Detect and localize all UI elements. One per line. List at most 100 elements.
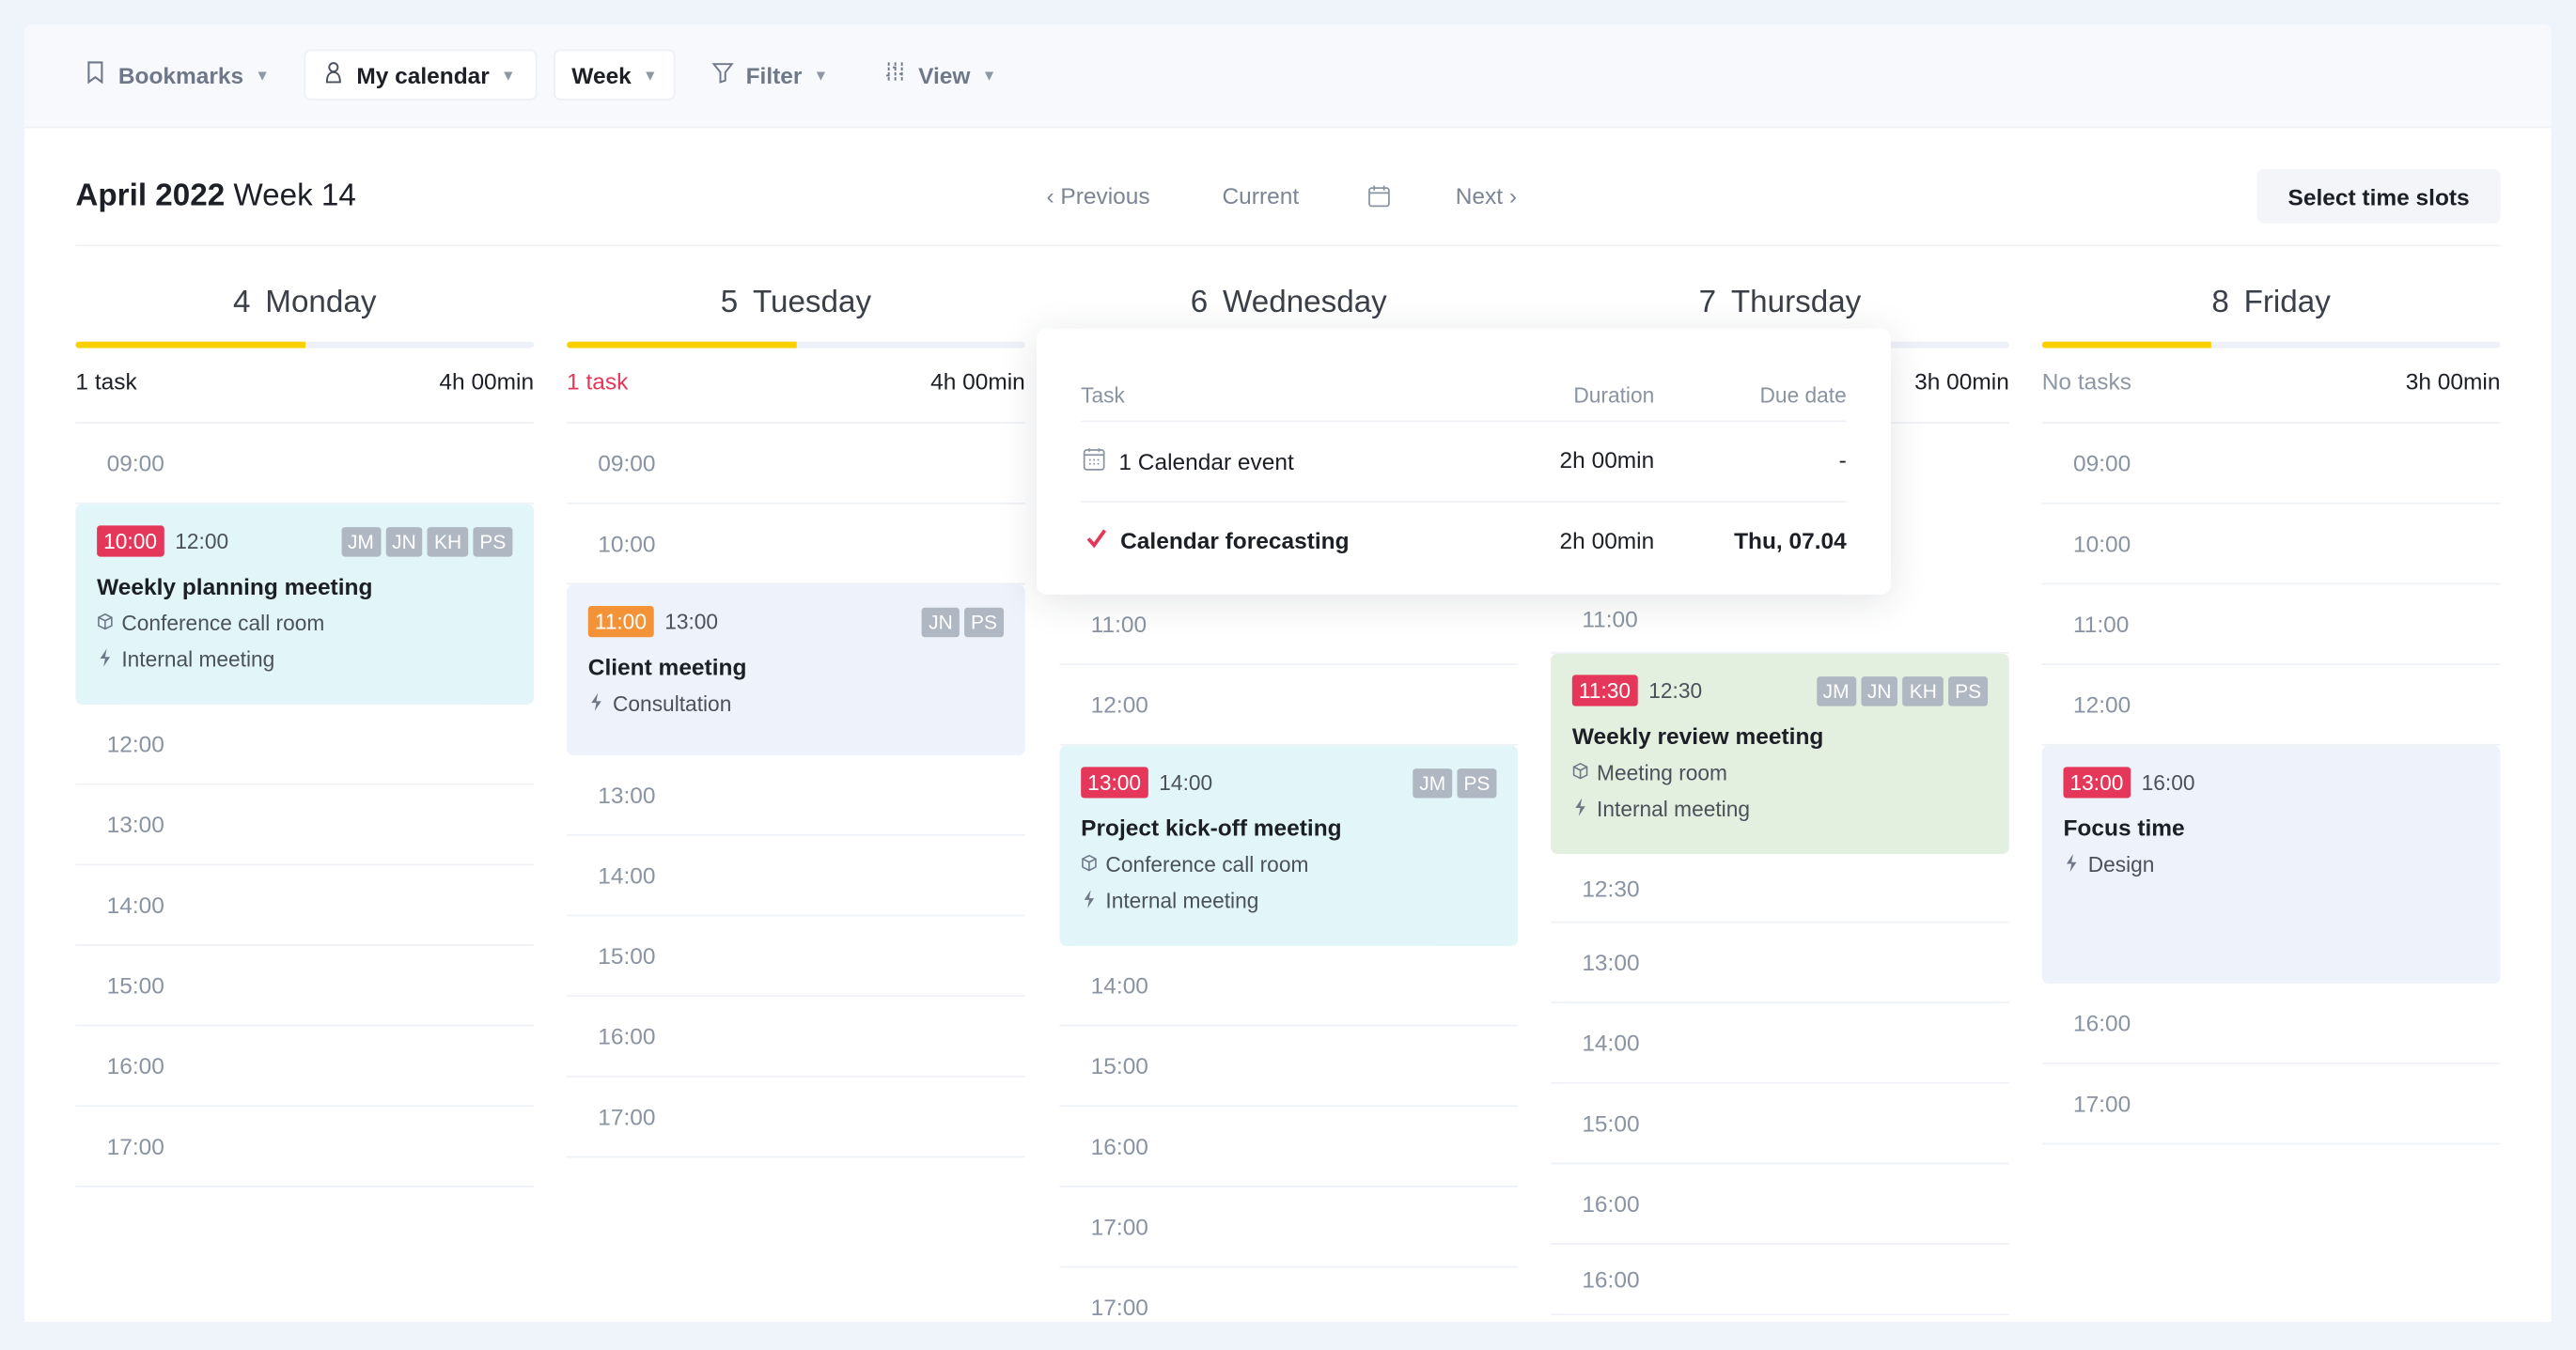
time-slot[interactable]: 14:00 [1551, 1003, 2009, 1084]
lightning-icon [1572, 797, 1588, 821]
time-slot[interactable]: 12:00 [2041, 665, 2501, 746]
time-slot[interactable]: 13:00 [75, 785, 535, 866]
event-category: Internal meeting [97, 647, 512, 672]
day-header[interactable]: 8 Friday [2042, 286, 2501, 321]
category-text: Internal meeting [1597, 796, 1751, 821]
column-task: Task [1081, 382, 1125, 408]
day-name: Tuesday [752, 286, 872, 320]
time-slot[interactable]: 09:00 [2041, 424, 2501, 504]
avatar[interactable]: JM [1413, 768, 1453, 798]
time-slot[interactable]: 16:00 [2041, 984, 2501, 1064]
avatar[interactable]: JM [1816, 675, 1856, 706]
avatar[interactable]: PS [964, 606, 1005, 637]
time-slot[interactable]: 16:00 [1551, 1164, 2009, 1245]
day-number: 5 [720, 286, 739, 320]
time-slot[interactable]: 16:00 [567, 997, 1025, 1078]
progress-fill [75, 341, 305, 349]
time-slot[interactable]: 13:00 [567, 755, 1025, 836]
event-location: Conference call room [1081, 852, 1496, 877]
time-slot[interactable]: 15:00 [567, 916, 1025, 998]
time-slot[interactable]: 14:00 [1059, 946, 1519, 1027]
progress-fill [2041, 341, 2212, 349]
task-count[interactable]: 1 task [75, 368, 136, 395]
avatar[interactable]: PS [1457, 768, 1497, 798]
avatar[interactable]: JN [922, 606, 960, 637]
event-card[interactable]: 13:00 16:00 Focus time Design [2041, 745, 2501, 985]
day-summary: 1 task 4h 00min [567, 368, 1025, 395]
time-slot[interactable]: 17:00 [75, 1107, 535, 1187]
lightning-icon [2063, 852, 2079, 877]
time-slot[interactable]: 09:00 [75, 424, 535, 504]
time-slots: 09:00 10:00 11:00 13:00 JN PS Client meeting Co… [567, 422, 1025, 1158]
time-slot[interactable]: 12:00 [1059, 665, 1519, 746]
progress-fill [567, 341, 796, 349]
time-slot[interactable]: 12:00 [75, 705, 535, 785]
day-header[interactable]: 5 Tuesday [567, 286, 1025, 321]
attendees: JM JN KH PS [1816, 675, 1989, 706]
time-slot[interactable]: 14:00 [567, 836, 1025, 917]
time-slot[interactable]: 14:00 [75, 865, 535, 946]
day-header[interactable]: 4 Monday [75, 286, 534, 321]
popup-row-task[interactable]: Calendar forecasting [1085, 527, 1350, 553]
time-slot[interactable]: 17:00 [2041, 1064, 2501, 1145]
event-time-row: 13:00 16:00 [2063, 767, 2478, 799]
event-category: Design [2063, 852, 2478, 877]
task-count[interactable]: No tasks [2042, 368, 2131, 395]
avatar[interactable]: KH [1902, 675, 1944, 706]
time-slot[interactable]: 15:00 [1059, 1027, 1519, 1108]
day-name: Monday [265, 286, 377, 320]
time-slot[interactable]: 11:00 [1059, 584, 1519, 665]
event-title: Focus time [2063, 815, 2185, 841]
avatar[interactable]: PS [473, 526, 513, 556]
category-text: Consultation [613, 691, 732, 717]
avatar[interactable]: JN [385, 526, 423, 556]
task-duration: 2h 00min [1559, 446, 1655, 473]
cube-icon [1572, 760, 1588, 784]
event-title: Client meeting [587, 653, 747, 680]
time-slot[interactable]: 11:00 [1551, 584, 2009, 654]
avatar[interactable]: JN [1860, 675, 1898, 706]
event-end-time: 12:00 [175, 528, 229, 554]
day-number: 6 [1190, 286, 1209, 320]
time-slot[interactable]: 16:00 [1551, 1245, 2009, 1316]
location-text: Meeting room [1597, 760, 1727, 785]
time-slot[interactable]: 15:00 [75, 946, 535, 1027]
day-column-wednesday: 6 Wednesday 11:00 12:00 13:00 14:00 JM PS Projec… [1059, 24, 1519, 1322]
attendees: JM JN KH PS [340, 526, 513, 556]
time-slot[interactable]: 11:00 [2041, 584, 2501, 665]
event-start-time: 11:30 [1571, 675, 1638, 706]
planned-duration: 4h 00min [930, 367, 1025, 395]
task-count[interactable]: 1 task [567, 368, 628, 395]
day-header[interactable]: 6 Wednesday [1059, 286, 1518, 321]
event-card[interactable]: 10:00 12:00 JM JN KH PS Weekly planning meetin… [75, 504, 535, 705]
time-slot[interactable]: 17:00 [567, 1078, 1025, 1158]
time-slot[interactable]: 17:00 [1059, 1187, 1519, 1268]
time-slot[interactable]: 17:00 [1059, 1267, 1518, 1322]
day-column-monday: 4 Monday 1 task 4h 00min 09:00 10:00 12:00 JM JN… [75, 24, 534, 1322]
popup-row-calendar-event[interactable]: 1 Calendar event [1083, 446, 1294, 475]
day-name: Friday [2243, 286, 2331, 320]
time-slot[interactable]: 10:00 [567, 504, 1025, 585]
time-slot[interactable]: 10:00 [2041, 504, 2501, 585]
event-start-time: 10:00 [97, 525, 164, 557]
day-header[interactable]: 7 Thursday [1551, 286, 2009, 321]
time-slot[interactable]: 12:30 [1551, 854, 2009, 923]
attendees: JN PS [922, 606, 1005, 637]
time-slot[interactable]: 16:00 [1059, 1107, 1519, 1187]
avatar[interactable]: PS [1948, 675, 1989, 706]
time-slot[interactable]: 15:00 [1551, 1084, 2009, 1165]
attendees: JM PS [1413, 768, 1497, 798]
event-category: Internal meeting [1081, 889, 1496, 913]
time-slot[interactable]: 13:00 [1551, 923, 2009, 1004]
avatar[interactable]: JM [340, 526, 381, 556]
time-slot[interactable]: 09:00 [567, 424, 1025, 504]
event-card[interactable]: 11:30 12:30 JM JN KH PS Weekly review meeting M… [1551, 653, 2009, 854]
day-progress-bar [2041, 341, 2501, 349]
category-text: Internal meeting [121, 646, 275, 672]
time-slot[interactable]: 16:00 [75, 1027, 535, 1108]
event-card[interactable]: 13:00 14:00 JM PS Project kick-off meeting Co… [1059, 745, 1519, 946]
location-text: Conference call room [1105, 852, 1309, 877]
event-card[interactable]: 11:00 13:00 JN PS Client meeting Consultation [567, 584, 1025, 756]
avatar[interactable]: KH [428, 526, 469, 556]
app: Bookmarks ▼ My calendar ▼ Week ▼ Filter ▼ Vi… [0, 0, 2576, 1350]
